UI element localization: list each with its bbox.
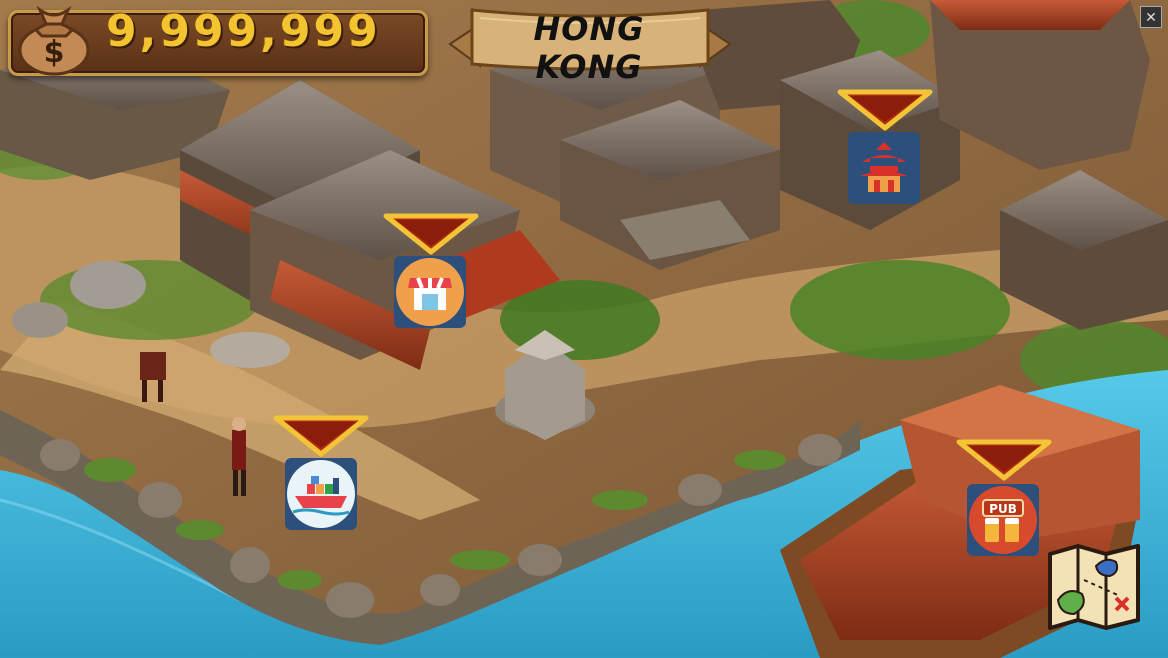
- money-amount: 9,999,999: [106, 6, 381, 57]
- money-bag-dollar-icon: $: [18, 5, 90, 76]
- svg-text:$: $: [44, 35, 65, 70]
- pagoda-palace-icon[interactable]: [848, 132, 920, 204]
- city-map-background: [0, 0, 1168, 658]
- location-arrow-icon: [837, 89, 933, 131]
- location-arrow-icon: [956, 439, 1052, 481]
- pub-sign-text: PUB: [989, 502, 1017, 516]
- treasure-map-icon[interactable]: [1044, 540, 1146, 632]
- cargo-ship-icon[interactable]: [285, 458, 357, 530]
- city-name: HONG KONG: [533, 10, 645, 86]
- location-arrow-icon: [383, 213, 479, 255]
- close-button[interactable]: ✕: [1140, 6, 1162, 28]
- location-arrow-icon: [273, 415, 369, 457]
- pub-beer-icon[interactable]: PUB: [967, 484, 1039, 556]
- market-stall-icon[interactable]: [394, 256, 466, 328]
